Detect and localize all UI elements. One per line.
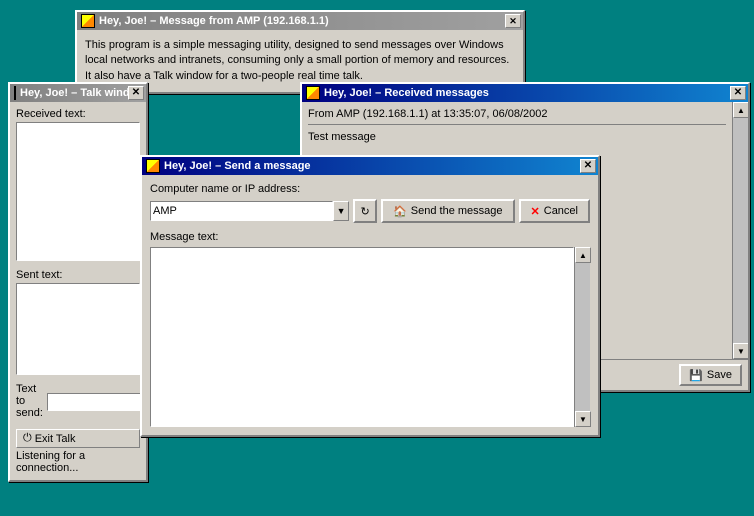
talk-close-btn[interactable]: ✕ [128, 86, 144, 100]
received-text-box [16, 122, 140, 261]
message-text-label: Message text: [150, 231, 590, 243]
received-msg-text: Test message [308, 131, 726, 143]
exit-talk-btn[interactable]: ⏻ Exit Talk [16, 429, 140, 448]
send-label: Send the message [411, 205, 503, 217]
talk-titlebar: Hey, Joe! – Talk window ✕ [10, 84, 146, 102]
sent-text-label: Sent text: [16, 269, 140, 281]
save-icon: 💾 [689, 369, 703, 382]
refresh-icon: ↻ [360, 205, 369, 218]
send-content: Computer name or IP address: ▼ ↻ 🏠 Send … [142, 175, 598, 435]
message-from-close-btn[interactable]: ✕ [505, 14, 521, 28]
msg-scroll-up[interactable]: ▲ [575, 247, 591, 263]
received-from-line: From AMP (192.168.1.1) at 13:35:07, 06/0… [308, 108, 726, 125]
send-close-btn[interactable]: ✕ [580, 159, 596, 173]
received-icon [306, 86, 320, 100]
computer-label: Computer name or IP address: [150, 183, 590, 195]
message-scrollbar[interactable]: ▲ ▼ [574, 247, 590, 427]
received-title: Hey, Joe! – Received messages [324, 87, 489, 99]
received-scrollbar[interactable]: ▲ ▼ [732, 102, 748, 359]
send-message-btn[interactable]: 🏠 Send the message [381, 199, 514, 223]
exit-talk-icon: ⏻ [23, 432, 32, 445]
received-titlebar: Hey, Joe! – Received messages ✕ [302, 84, 748, 102]
message-from-title: Hey, Joe! – Message from AMP (192.168.1.… [99, 15, 329, 27]
scroll-up-arrow[interactable]: ▲ [733, 102, 748, 118]
message-text-row: ▲ ▼ [150, 247, 590, 427]
msg-scroll-track [575, 263, 590, 411]
msg-scroll-down[interactable]: ▼ [575, 411, 591, 427]
send-house-icon: 🏠 [393, 205, 407, 218]
send-title: Hey, Joe! – Send a message [164, 160, 311, 172]
exit-talk-label: Exit Talk [35, 433, 76, 445]
message-from-icon [81, 14, 95, 28]
combo-dropdown-btn[interactable]: ▼ [333, 201, 349, 221]
refresh-btn[interactable]: ↻ [353, 199, 377, 223]
talk-content: Received text: Sent text: Text to send: … [10, 102, 146, 480]
talk-icon [14, 86, 16, 100]
combo-box: ▼ [150, 201, 349, 221]
send-window: Hey, Joe! – Send a message ✕ Computer na… [140, 155, 600, 437]
computer-name-row: ▼ ↻ 🏠 Send the message ✕ Cancel [150, 199, 590, 223]
received-text-label: Received text: [16, 108, 140, 120]
cancel-btn[interactable]: ✕ Cancel [519, 199, 590, 223]
message-from-titlebar: Hey, Joe! – Message from AMP (192.168.1.… [77, 12, 523, 30]
talk-window: Hey, Joe! – Talk window ✕ Received text:… [8, 82, 148, 482]
received-close-btn[interactable]: ✕ [730, 86, 746, 100]
message-from-body: This program is a simple messaging utili… [85, 39, 509, 82]
message-textarea[interactable] [150, 247, 574, 427]
talk-title: Hey, Joe! – Talk window [20, 87, 128, 99]
scroll-track [733, 118, 748, 343]
sent-text-box [16, 283, 140, 375]
status-bar: Listening for a connection... [16, 448, 140, 474]
cancel-label: Cancel [544, 205, 578, 217]
send-window-icon [146, 159, 160, 173]
text-to-send-label: Text to send: [16, 383, 43, 419]
send-titlebar: Hey, Joe! – Send a message ✕ [142, 157, 598, 175]
scroll-down-arrow[interactable]: ▼ [733, 343, 748, 359]
computer-input[interactable] [150, 201, 333, 221]
save-btn[interactable]: 💾 Save [679, 364, 742, 386]
cancel-x-icon: ✕ [531, 205, 540, 218]
save-label: Save [707, 369, 732, 381]
